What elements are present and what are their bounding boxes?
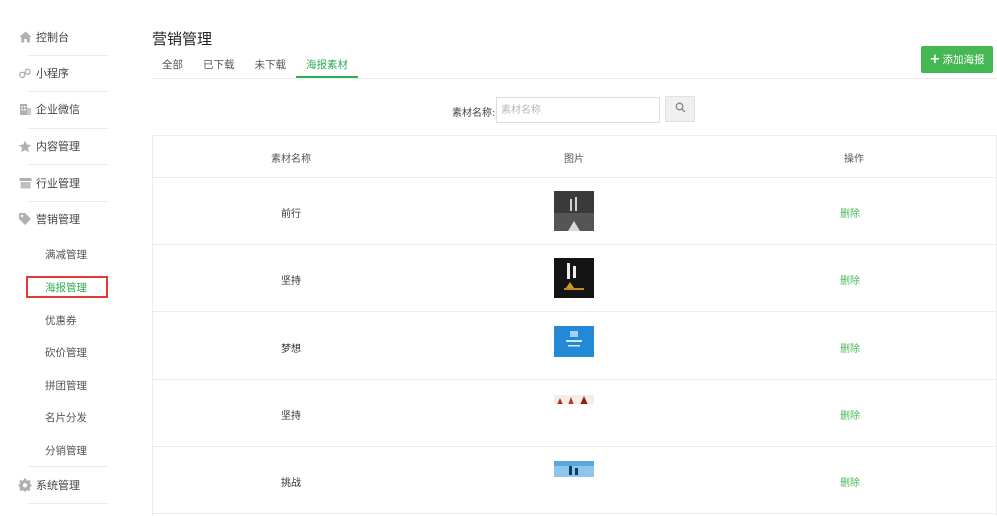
search-label: 素材名称: (452, 108, 496, 119)
tab-not-downloaded[interactable]: 未下载 (245, 56, 297, 78)
material-name: 前行 (281, 209, 301, 220)
submenu-item-distribution[interactable]: 分销管理 (26, 439, 108, 461)
submenu-item-label: 拼团管理 (45, 379, 87, 392)
page-title: 营销管理 (152, 30, 213, 48)
sidebar-item-marketing[interactable]: 营销管理 (0, 201, 120, 237)
sidebar-item-industry[interactable]: 行业管理 (0, 165, 120, 201)
divider (152, 78, 997, 79)
search-input[interactable] (496, 97, 660, 123)
star-icon (18, 139, 32, 153)
home-icon (18, 30, 32, 44)
submenu-item-label: 海报管理 (45, 281, 87, 294)
tab-poster-material[interactable]: 海报素材 (296, 56, 358, 78)
delete-link[interactable]: 删除 (840, 474, 860, 489)
submenu-item-discount[interactable]: 满减管理 (26, 243, 108, 265)
sidebar-item-label: 内容管理 (36, 140, 80, 153)
main-content: 营销管理 全部 已下载 未下载 海报素材 + 添加海报 素材名称: 素材名称 图… (134, 0, 997, 516)
submenu-item-label: 满减管理 (45, 248, 87, 261)
sidebar-item-label: 系统管理 (36, 479, 80, 492)
delete-link[interactable]: 删除 (840, 407, 860, 422)
submenu-item-groupbuy[interactable]: 拼团管理 (26, 374, 108, 396)
search-button[interactable] (665, 96, 695, 122)
sidebar-item-system[interactable]: 系统管理 (0, 467, 120, 503)
material-name: 坚持 (281, 276, 301, 287)
table-row: 前行 删除 (153, 178, 996, 245)
material-name: 挑战 (281, 478, 301, 489)
building-icon (18, 102, 32, 116)
tab-bar: 全部 已下载 未下载 海报素材 (152, 56, 358, 78)
add-poster-label: 添加海报 (942, 54, 985, 66)
column-header-image: 图片 (564, 154, 584, 165)
table-row: 梦想 删除 (153, 313, 996, 380)
sidebar-item-label: 小程序 (36, 67, 69, 80)
sidebar-item-miniprogram[interactable]: 小程序 (0, 55, 120, 91)
sidebar: 控制台 小程序 企业微信 内容管理 行业管理 营销管理 满减管理 海报管理 优惠… (0, 0, 120, 516)
tag-icon (18, 212, 32, 226)
sidebar-item-wecom[interactable]: 企业微信 (0, 91, 120, 127)
poster-table: 素材名称 图片 操作 前行 删除 坚持 删除 梦想 删除 坚持 删除 挑战 删除 (152, 135, 997, 516)
sidebar-item-dashboard[interactable]: 控制台 (0, 19, 120, 55)
sidebar-item-label: 控制台 (36, 31, 69, 44)
submenu-item-label: 分销管理 (45, 444, 87, 457)
poster-thumbnail (554, 461, 594, 477)
column-header-name: 素材名称 (271, 154, 311, 165)
table-row: 坚持 删除 (153, 380, 996, 447)
search-icon (675, 102, 686, 116)
gear-icon (18, 478, 32, 492)
store-icon (18, 176, 32, 190)
miniprogram-icon (18, 66, 32, 80)
tab-downloaded[interactable]: 已下载 (193, 56, 245, 78)
submenu-item-label: 砍价管理 (45, 346, 87, 359)
add-poster-button[interactable]: + 添加海报 (921, 46, 993, 73)
delete-link[interactable]: 删除 (840, 272, 860, 287)
material-name: 坚持 (281, 411, 301, 422)
submenu-item-coupon[interactable]: 优惠券 (26, 309, 108, 331)
sidebar-item-label: 营销管理 (36, 213, 80, 226)
poster-thumbnail (554, 258, 594, 298)
divider (28, 503, 108, 504)
sidebar-item-content[interactable]: 内容管理 (0, 128, 120, 164)
material-name: 梦想 (281, 344, 301, 355)
submenu-item-card-share[interactable]: 名片分发 (26, 406, 108, 428)
submenu-item-label: 名片分发 (45, 411, 87, 424)
column-header-action: 操作 (844, 154, 864, 165)
delete-link[interactable]: 删除 (840, 205, 860, 220)
table-header: 素材名称 图片 操作 (153, 136, 996, 178)
sidebar-item-label: 行业管理 (36, 177, 80, 190)
poster-thumbnail (554, 326, 594, 357)
tab-all[interactable]: 全部 (152, 56, 193, 78)
submenu-item-bargain[interactable]: 砍价管理 (26, 341, 108, 363)
poster-thumbnail (554, 394, 594, 404)
submenu-item-label: 优惠券 (45, 314, 77, 327)
plus-icon: + (929, 52, 941, 67)
poster-thumbnail (554, 191, 594, 231)
sidebar-item-label: 企业微信 (36, 103, 80, 116)
table-row: 坚持 删除 (153, 245, 996, 312)
table-row: 挑战 删除 (153, 447, 996, 514)
submenu-item-poster[interactable]: 海报管理 (26, 276, 108, 298)
delete-link[interactable]: 删除 (840, 340, 860, 355)
